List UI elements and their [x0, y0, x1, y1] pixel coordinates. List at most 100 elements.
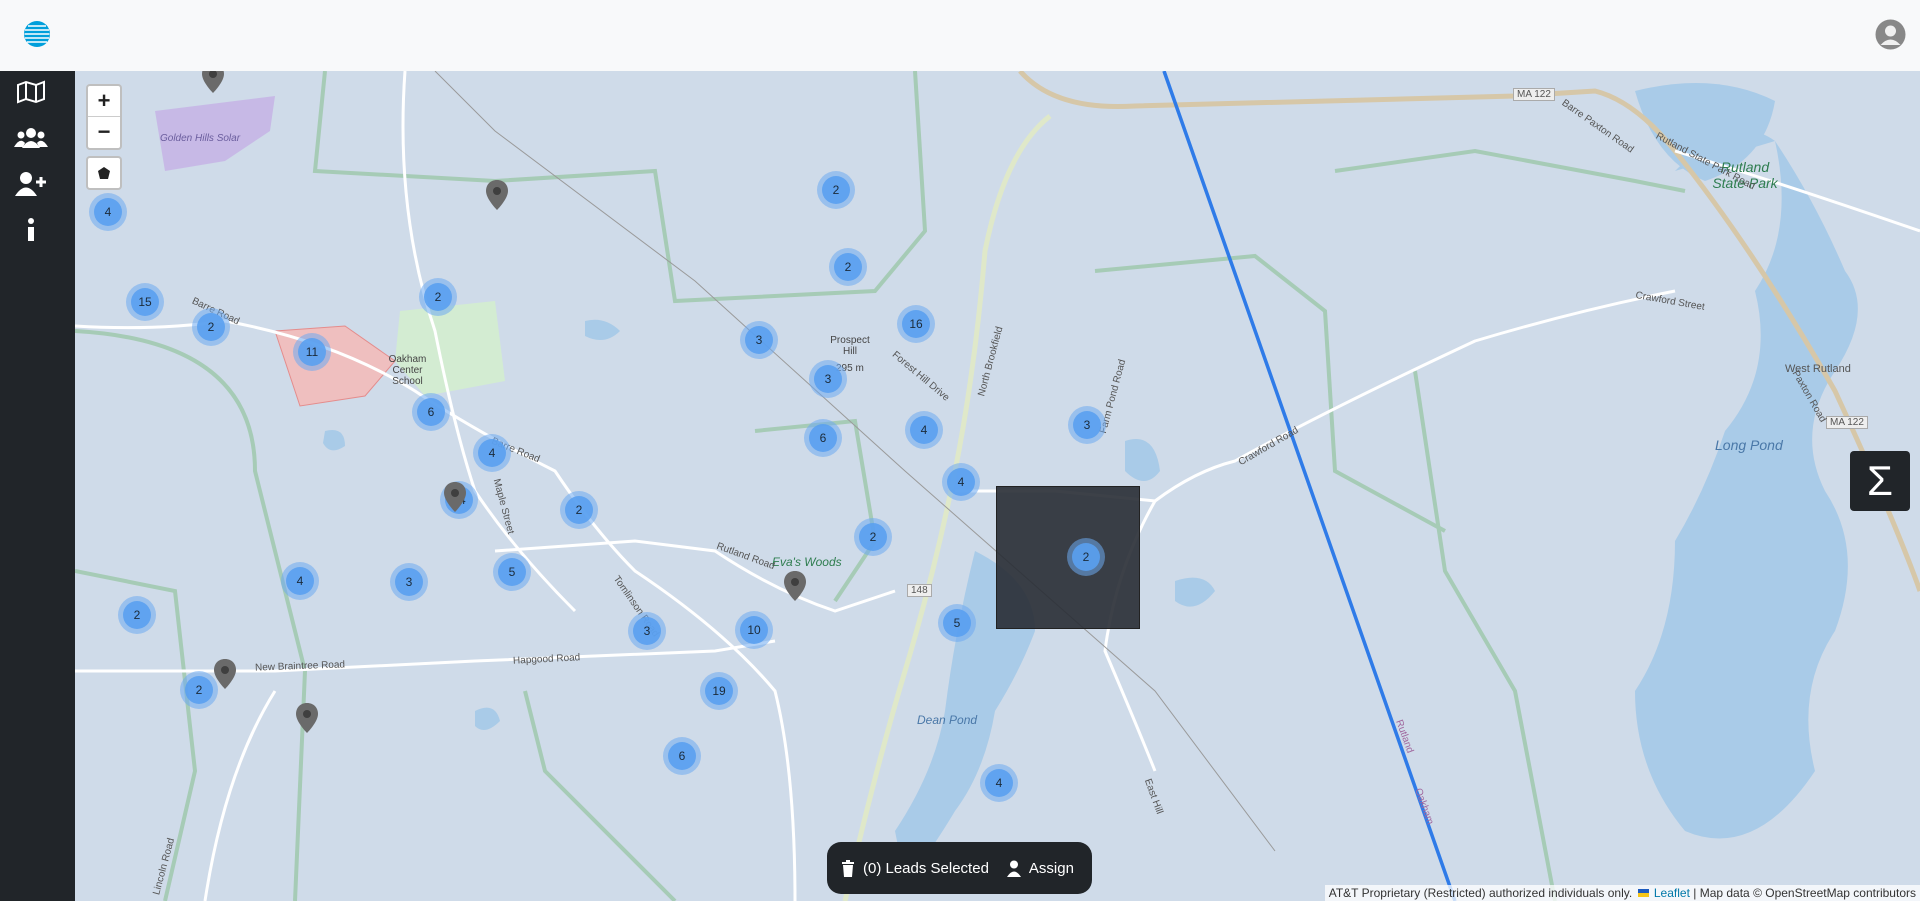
- location-pin-icon[interactable]: [444, 482, 466, 512]
- cluster-marker[interactable]: 6: [804, 419, 842, 457]
- map-icon[interactable]: [12, 75, 50, 109]
- cluster-marker[interactable]: 4: [89, 193, 127, 231]
- map-attribution: AT&T Proprietary (Restricted) authorized…: [1324, 885, 1920, 901]
- location-pin-icon[interactable]: [784, 571, 806, 601]
- user-icon: [1006, 860, 1021, 877]
- cluster-count: 2: [859, 523, 887, 551]
- location-pin-icon[interactable]: [202, 71, 224, 93]
- info-icon[interactable]: [12, 213, 50, 247]
- cluster-count: 5: [943, 609, 971, 637]
- cluster-count: 6: [809, 424, 837, 452]
- cluster-marker[interactable]: 6: [412, 393, 450, 431]
- cluster-count: 4: [947, 468, 975, 496]
- cluster-marker[interactable]: 3: [628, 612, 666, 650]
- cluster-marker[interactable]: 5: [493, 553, 531, 591]
- lead-action-bar: (0) Leads Selected Assign: [827, 842, 1092, 894]
- cluster-count: 4: [286, 567, 314, 595]
- cluster-count: 16: [902, 310, 930, 338]
- zoom-in-button[interactable]: +: [88, 86, 120, 117]
- ukraine-flag-icon: [1637, 889, 1649, 897]
- cluster-count: 6: [668, 742, 696, 770]
- cluster-marker[interactable]: 4: [473, 434, 511, 472]
- cluster-count: 10: [740, 616, 768, 644]
- top-navbar: [0, 0, 1920, 72]
- cluster-count: 3: [814, 365, 842, 393]
- cluster-marker[interactable]: 2: [192, 308, 230, 346]
- cluster-marker[interactable]: 4: [281, 562, 319, 600]
- cluster-marker[interactable]: 3: [809, 360, 847, 398]
- cluster-marker[interactable]: 16: [897, 305, 935, 343]
- cluster-marker[interactable]: 4: [942, 463, 980, 501]
- dean-pond-label: Dean Pond: [917, 713, 978, 727]
- trash-icon: [842, 859, 854, 877]
- ma122-shield-b: MA 122: [1826, 416, 1868, 429]
- cluster-count: 3: [1073, 411, 1101, 439]
- assign-button[interactable]: Assign: [1006, 859, 1074, 877]
- cluster-marker[interactable]: 2: [817, 171, 855, 209]
- location-pin-icon[interactable]: [214, 659, 236, 689]
- sigma-button[interactable]: Σ: [1850, 451, 1910, 511]
- cluster-count: 2: [822, 176, 850, 204]
- cluster-count: 2: [185, 676, 213, 704]
- attribution-text: AT&T Proprietary (Restricted) authorized…: [1328, 886, 1633, 900]
- cluster-marker[interactable]: 2: [419, 278, 457, 316]
- cluster-count: 4: [478, 439, 506, 467]
- polygon-icon[interactable]: [86, 156, 122, 190]
- cluster-marker[interactable]: 2: [1067, 538, 1105, 576]
- cluster-count: 15: [131, 288, 159, 316]
- assign-label: Assign: [1028, 859, 1074, 877]
- cluster-marker[interactable]: 4: [905, 411, 943, 449]
- location-pin-icon[interactable]: [486, 180, 508, 210]
- oakham-school-label: Oakham Center School: [388, 354, 427, 387]
- cluster-count: 6: [417, 398, 445, 426]
- route148-shield: 148: [907, 584, 932, 597]
- cluster-marker[interactable]: 11: [293, 333, 331, 371]
- cluster-marker[interactable]: 5: [938, 604, 976, 642]
- att-globe-icon[interactable]: [22, 19, 52, 49]
- cluster-count: 4: [94, 198, 122, 226]
- cluster-marker[interactable]: 6: [663, 737, 701, 775]
- sidebar: [0, 71, 75, 901]
- zoom-out-button[interactable]: −: [88, 117, 120, 147]
- cluster-count: 5: [498, 558, 526, 586]
- user-circle-icon[interactable]: [1875, 19, 1906, 50]
- cluster-marker[interactable]: 4: [980, 764, 1018, 802]
- cluster-marker[interactable]: 2: [854, 518, 892, 556]
- cluster-marker[interactable]: 2: [118, 596, 156, 634]
- leads-selected-label: (0) Leads Selected: [863, 859, 989, 877]
- cluster-marker[interactable]: 3: [740, 321, 778, 359]
- cluster-marker[interactable]: 19: [700, 672, 738, 710]
- cluster-marker[interactable]: 3: [1068, 406, 1106, 444]
- long-pond-label: Long Pond: [1715, 437, 1783, 453]
- cluster-marker[interactable]: 15: [126, 283, 164, 321]
- cluster-count: 2: [565, 496, 593, 524]
- cluster-count: 3: [633, 617, 661, 645]
- map-data-attribution: | Map data © OpenStreetMap contributors: [1693, 886, 1916, 900]
- cluster-count: 19: [705, 677, 733, 705]
- cluster-count: 2: [197, 313, 225, 341]
- cluster-count: 4: [985, 769, 1013, 797]
- leads-selected-button[interactable]: (0) Leads Selected: [841, 859, 989, 877]
- leaflet-link[interactable]: Leaflet: [1654, 886, 1690, 900]
- cluster-count: 2: [834, 253, 862, 281]
- cluster-count: 3: [395, 568, 423, 596]
- cluster-count: 2: [123, 601, 151, 629]
- cluster-marker[interactable]: 3: [390, 563, 428, 601]
- cluster-count: 11: [298, 338, 326, 366]
- cluster-marker[interactable]: 2: [829, 248, 867, 286]
- zoom-control: + −: [86, 84, 122, 150]
- location-pin-icon[interactable]: [296, 703, 318, 733]
- cluster-count: 3: [745, 326, 773, 354]
- evas-woods-label: Eva's Woods: [772, 555, 842, 569]
- ma122-shield-a: MA 122: [1513, 88, 1555, 101]
- cluster-marker[interactable]: 10: [735, 611, 773, 649]
- map-view[interactable]: Golden Hills Solar Oakham Center School …: [75, 71, 1920, 901]
- prospect-hill-label: Prospect Hill: [830, 335, 870, 357]
- users-icon[interactable]: [12, 121, 50, 155]
- cluster-count: 2: [424, 283, 452, 311]
- golden-hills-label: Golden Hills Solar: [160, 133, 241, 144]
- cluster-count: 4: [910, 416, 938, 444]
- cluster-marker[interactable]: 2: [560, 491, 598, 529]
- user-plus-icon[interactable]: [12, 167, 50, 201]
- cluster-marker[interactable]: 2: [180, 671, 218, 709]
